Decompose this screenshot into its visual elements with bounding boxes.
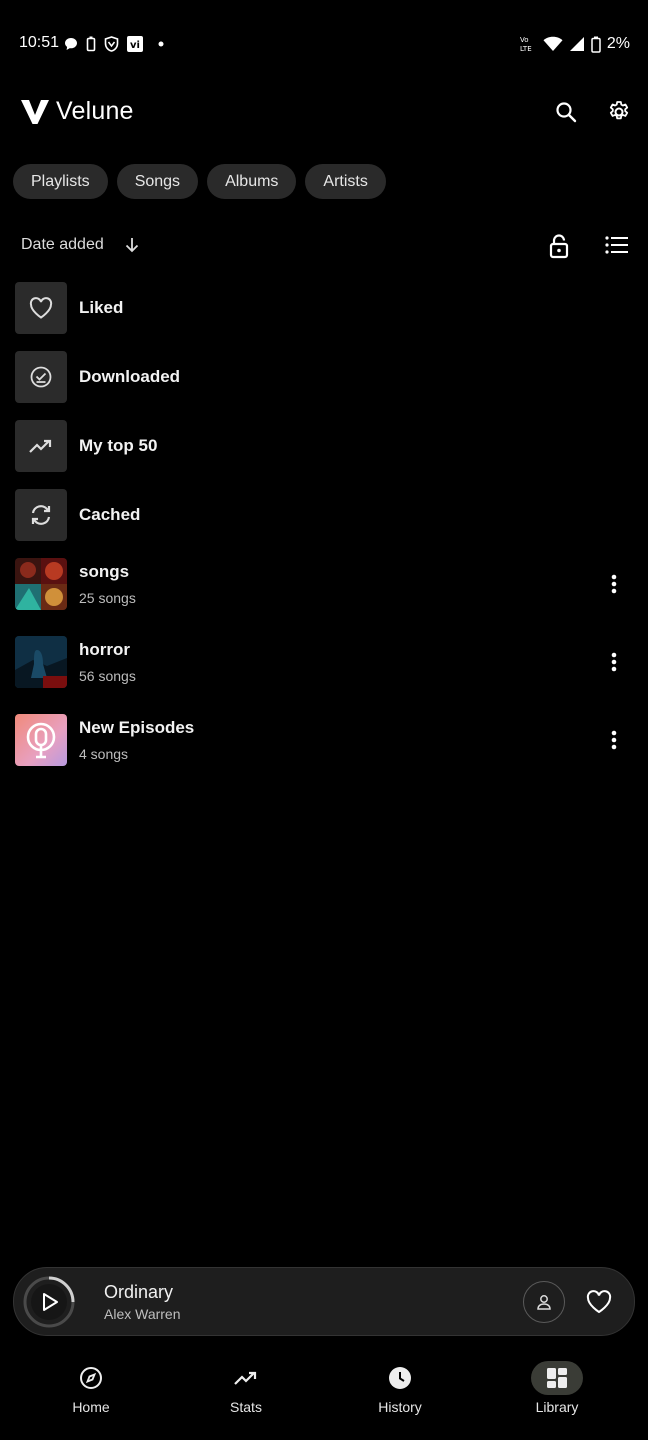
- list-item-title: horror: [79, 640, 130, 659]
- nav-history-icon-wrap: [374, 1361, 426, 1395]
- nav-home[interactable]: Home: [36, 1360, 146, 1415]
- playlist-collage-image: [15, 558, 67, 610]
- nav-label: History: [378, 1399, 422, 1415]
- more-vert-icon: [611, 652, 617, 672]
- sort-row: Date added: [0, 228, 648, 262]
- cell-signal-icon: [569, 37, 584, 51]
- liked-thumb: [15, 282, 67, 334]
- library-screen: 10:51 vi Vo LTE 2% Velune Playlists Song…: [0, 0, 648, 1440]
- nav-library[interactable]: Library: [502, 1360, 612, 1415]
- list-item-subtitle: 4 songs: [79, 746, 129, 762]
- dot-icon: [158, 41, 164, 47]
- volte-icon: VoLTE: [520, 36, 532, 53]
- search-button[interactable]: [550, 96, 582, 128]
- playlist-cover: [15, 636, 67, 688]
- status-bar: 10:51 vi Vo LTE 2%: [0, 0, 648, 88]
- person-icon: [537, 1295, 551, 1310]
- list-item-subtitle: 25 songs: [79, 590, 136, 606]
- app-logo: Velune: [20, 97, 134, 126]
- nav-history[interactable]: History: [345, 1360, 455, 1415]
- bottom-navigation: Home Stats History Library: [0, 1360, 648, 1440]
- trending-up-icon: [29, 439, 52, 453]
- playlist-cover: [15, 714, 67, 766]
- more-vert-icon: [611, 730, 617, 750]
- artist-button[interactable]: [523, 1281, 565, 1323]
- nav-label: Home: [72, 1399, 110, 1415]
- wifi-icon: [543, 36, 563, 51]
- heart-icon: [29, 297, 53, 319]
- vi-app-icon: vi: [127, 36, 143, 52]
- list-item-subtitle: 56 songs: [79, 668, 136, 684]
- app-title: Velune: [56, 97, 134, 125]
- library-grid-icon: [547, 1368, 567, 1388]
- arrow-down-icon[interactable]: [122, 235, 142, 255]
- battery-saver-icon: [86, 36, 96, 52]
- more-options-button[interactable]: [604, 728, 624, 752]
- playlist-new-episodes[interactable]: New Episodes 4 songs: [0, 714, 648, 766]
- gear-icon: [609, 101, 629, 120]
- playlist-cover: [15, 558, 67, 610]
- velune-logo-icon: [21, 99, 49, 124]
- top50-thumb: [15, 420, 67, 472]
- download-check-icon: [30, 366, 52, 388]
- list-item-title: Cached: [79, 505, 141, 524]
- list-view-icon[interactable]: [604, 234, 630, 256]
- more-vert-icon: [611, 574, 617, 594]
- search-icon: [556, 102, 577, 123]
- nav-label: Library: [535, 1399, 579, 1415]
- more-options-button[interactable]: [604, 650, 624, 674]
- status-time: 10:51: [19, 34, 60, 51]
- sort-button[interactable]: Date added: [21, 236, 104, 254]
- playlist-songs[interactable]: songs 25 songs: [0, 558, 648, 610]
- list-item-title: New Episodes: [79, 718, 195, 737]
- play-button[interactable]: [23, 1276, 75, 1328]
- now-playing-artist: Alex Warren: [104, 1306, 181, 1322]
- downloaded-thumb: [15, 351, 67, 403]
- battery-percent: 2%: [606, 35, 630, 52]
- trending-up-icon: [234, 1371, 257, 1385]
- sync-icon: [31, 505, 51, 525]
- nav-library-icon-wrap: [531, 1361, 583, 1395]
- compass-icon: [80, 1367, 102, 1389]
- nav-label: Stats: [230, 1399, 262, 1415]
- list-item-downloaded[interactable]: Downloaded: [0, 351, 648, 403]
- like-heart-icon[interactable]: [586, 1290, 612, 1314]
- horror-cover-image: [15, 636, 67, 688]
- filter-chips: Playlists Songs Albums Artists: [13, 164, 386, 199]
- list-item-title: My top 50: [79, 436, 158, 455]
- system-icons: Vo LTE 2%: [519, 33, 630, 55]
- list-item-title: Downloaded: [79, 367, 181, 386]
- now-playing-title: Ordinary: [104, 1282, 174, 1302]
- battery-icon: [591, 36, 601, 53]
- clock-icon: [389, 1367, 411, 1389]
- lock-icon[interactable]: [545, 232, 573, 260]
- svg-text:vi: vi: [130, 40, 140, 51]
- podcast-icon: [26, 722, 56, 759]
- chip-songs[interactable]: Songs: [116, 164, 199, 199]
- chip-artists[interactable]: Artists: [305, 164, 386, 199]
- list-item-liked[interactable]: Liked: [0, 282, 648, 334]
- list-item-my-top-50[interactable]: My top 50: [0, 420, 648, 472]
- vpn-shield-icon: [104, 36, 119, 52]
- cached-thumb: [15, 489, 67, 541]
- svg-text:LTE: LTE: [520, 45, 532, 53]
- settings-button[interactable]: [603, 96, 635, 128]
- chat-bubble-icon: [65, 38, 77, 50]
- chip-albums[interactable]: Albums: [207, 164, 297, 199]
- list-item-title: Liked: [79, 298, 124, 317]
- more-options-button[interactable]: [604, 572, 624, 596]
- app-bar: Velune: [0, 88, 648, 136]
- playlist-horror[interactable]: horror 56 songs: [0, 636, 648, 688]
- nav-home-icon-wrap: [65, 1361, 117, 1395]
- mini-player[interactable]: Ordinary Alex Warren: [13, 1267, 635, 1336]
- chip-playlists[interactable]: Playlists: [13, 164, 108, 199]
- play-progress-icon: [23, 1276, 75, 1328]
- svg-text:Vo: Vo: [520, 36, 529, 44]
- list-item-title: songs: [79, 562, 130, 581]
- nav-stats[interactable]: Stats: [191, 1360, 301, 1415]
- list-item-cached[interactable]: Cached: [0, 489, 648, 541]
- notification-icons: vi: [64, 34, 165, 54]
- nav-stats-icon-wrap: [220, 1361, 272, 1395]
